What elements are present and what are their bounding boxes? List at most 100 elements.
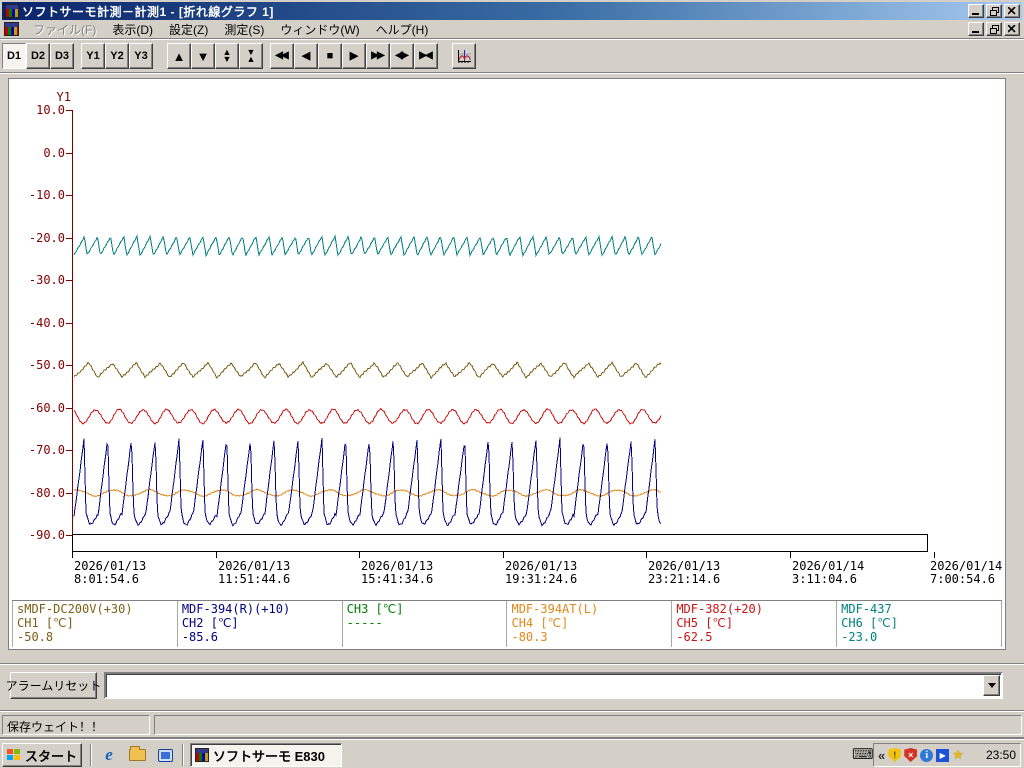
series-line-ch1 xyxy=(73,360,662,380)
series-line-ch4 xyxy=(73,488,662,498)
legend-cell-ch6: MDF-437 CH6 [℃] -23.0 xyxy=(837,601,1002,647)
quicklaunch-folder-button[interactable] xyxy=(126,745,148,765)
x-tick-label: 2026/01/13 11:51:44.6 xyxy=(218,559,291,586)
step-left-button[interactable]: ◀ xyxy=(294,43,318,69)
internet-explorer-icon: e xyxy=(105,745,113,764)
alarm-combobox[interactable] xyxy=(104,672,1003,699)
task-button-softthermo[interactable]: ソフトサーモ E830 xyxy=(190,743,342,767)
status-panel-2 xyxy=(154,715,1022,735)
start-button[interactable]: スタート xyxy=(2,743,82,767)
chart-area: Y1 10.0 0.0 -10.0 -20.0 -30.0 -40.0 -50.… xyxy=(9,79,1005,649)
toolbar-y3-button[interactable]: Y3 xyxy=(129,43,153,69)
scroll-up-button[interactable]: ▲ xyxy=(167,43,191,69)
graph-settings-button[interactable] xyxy=(452,43,476,69)
menu-window[interactable]: ウィンドウ(W) xyxy=(272,20,367,39)
compress-vertical-icon: ▼ ▲ xyxy=(246,47,256,64)
left-arrow-icon: ◀ xyxy=(301,49,311,62)
media-tray-icon[interactable]: ▶ xyxy=(936,748,950,762)
menu-file[interactable]: ファイル(F) xyxy=(25,20,104,39)
folder-icon xyxy=(128,746,146,761)
toolbar-y2-button[interactable]: Y2 xyxy=(105,43,129,69)
x-tick-label: 2026/01/13 15:41:34.6 xyxy=(361,559,434,586)
legend-cell-ch2: MDF-394(R)(+10) CH2 [℃] -85.6 xyxy=(177,601,343,647)
windows-logo-icon xyxy=(6,749,21,761)
fast-rewind-icon: ◀◀ xyxy=(275,50,288,61)
compress-horizontal-icon: ▶◀ xyxy=(419,50,432,61)
x-tick xyxy=(646,552,648,558)
fast-rewind-button[interactable]: ◀◀ xyxy=(270,43,294,69)
series-line-ch6 xyxy=(73,234,662,258)
security-warning-icon[interactable]: ! xyxy=(888,748,902,762)
x-tick-label: 2026/01/14 3:11:04.6 xyxy=(792,559,865,586)
tray-chevron-icon[interactable]: « xyxy=(878,748,885,763)
quicklaunch-ie-button[interactable]: e xyxy=(98,745,120,765)
menu-help[interactable]: ヘルプ(H) xyxy=(368,20,437,39)
x-tick-label: 2026/01/13 8:01:54.6 xyxy=(74,559,147,586)
window-title: ソフトサーモ計測－計測1 - [折れ線グラフ 1] xyxy=(22,4,274,19)
fast-forward-button[interactable]: ▶▶ xyxy=(366,43,390,69)
keyboard-layout-icon[interactable]: ⌨ xyxy=(852,745,874,763)
stop-button[interactable]: ■ xyxy=(318,43,342,69)
stop-icon: ■ xyxy=(326,49,334,62)
down-arrow-icon: ▼ xyxy=(196,48,210,64)
toolbar-d3-button[interactable]: D3 xyxy=(50,43,74,69)
step-right-button[interactable]: ▶ xyxy=(342,43,366,69)
toolbar-d1-button[interactable]: D1 xyxy=(2,43,26,69)
mdi-minimize-button[interactable] xyxy=(968,22,984,36)
restore-button[interactable] xyxy=(986,4,1002,18)
x-tick xyxy=(790,552,791,558)
taskbar: スタート e ソフトサーモ E830 ⌨ « ! × i ▶ ★ 23:50 xyxy=(0,739,1024,768)
expand-vertical-button[interactable]: ▲ ▼ xyxy=(215,43,239,69)
x-tick-label: 2026/01/13 23:21:14.6 xyxy=(648,559,721,586)
close-icon xyxy=(1008,7,1016,15)
compress-vertical-button[interactable]: ▼ ▲ xyxy=(239,43,263,69)
legend-cell-ch3: CH3 [℃] ----- xyxy=(342,601,508,647)
compress-horizontal-button[interactable]: ▶◀ xyxy=(414,43,438,69)
taskbar-separator xyxy=(90,744,92,766)
expand-horizontal-button[interactable]: ◀▶ xyxy=(390,43,414,69)
x-tick xyxy=(933,552,935,558)
up-arrow-icon: ▲ xyxy=(172,48,186,64)
expand-vertical-icon: ▲ ▼ xyxy=(222,47,232,64)
app-icon xyxy=(195,748,209,762)
statusbar-separator xyxy=(0,710,1024,712)
security-alert-icon[interactable]: × xyxy=(904,748,918,762)
legend-cell-ch5: MDF-382(+20) CH5 [℃] -62.5 xyxy=(672,601,838,647)
alarm-separator xyxy=(0,663,1024,665)
x-tick-label: 2026/01/13 19:31:24.6 xyxy=(505,559,578,586)
alarm-combobox-dropdown-button[interactable] xyxy=(983,675,1000,696)
x-tick xyxy=(502,552,504,558)
alarm-reset-button[interactable]: アラームリセット xyxy=(6,672,101,699)
legend-cell-ch4: MDF-394AT(L) CH4 [℃] -80.3 xyxy=(507,601,673,647)
channel-legend: sMDF-DC200V(+30) CH1 [℃] -50.8 MDF-394(R)(… xyxy=(12,601,1002,647)
minimize-icon xyxy=(972,13,979,15)
close-icon xyxy=(1008,25,1016,33)
toolbar-d2-button[interactable]: D2 xyxy=(26,43,50,69)
title-bar: ソフトサーモ計測－計測1 - [折れ線グラフ 1] xyxy=(2,2,1022,20)
quicklaunch-desktop-button[interactable] xyxy=(154,745,176,765)
status-bar: 保存ウェイト！！ xyxy=(0,713,1024,737)
app-icon xyxy=(5,4,19,18)
alarm-combobox-value xyxy=(109,677,981,694)
mdi-close-button[interactable] xyxy=(1004,22,1020,36)
series-line-ch5 xyxy=(73,407,662,425)
menu-measure[interactable]: 測定(S) xyxy=(216,20,272,39)
graph-icon xyxy=(457,49,471,63)
fast-forward-icon: ▶▶ xyxy=(371,50,384,61)
mdi-restore-button[interactable] xyxy=(986,22,1002,36)
time-scroll-box[interactable] xyxy=(72,534,928,552)
minimize-icon xyxy=(972,31,979,33)
scroll-down-button[interactable]: ▼ xyxy=(191,43,215,69)
toolbar-y1-button[interactable]: Y1 xyxy=(81,43,105,69)
restore-icon xyxy=(989,24,999,34)
x-tick xyxy=(215,552,217,558)
show-desktop-icon xyxy=(157,748,173,762)
x-tick-label: 2026/01/14 7:00:54.6 xyxy=(930,559,1003,586)
menu-settings[interactable]: 設定(Z) xyxy=(161,20,216,39)
chevron-down-icon xyxy=(987,683,996,688)
menu-view[interactable]: 表示(D) xyxy=(104,20,161,39)
close-button[interactable] xyxy=(1004,4,1020,18)
minimize-button[interactable] xyxy=(968,4,984,18)
star-tray-icon[interactable]: ★ xyxy=(952,747,964,763)
info-balloon-icon[interactable]: i xyxy=(920,748,934,762)
